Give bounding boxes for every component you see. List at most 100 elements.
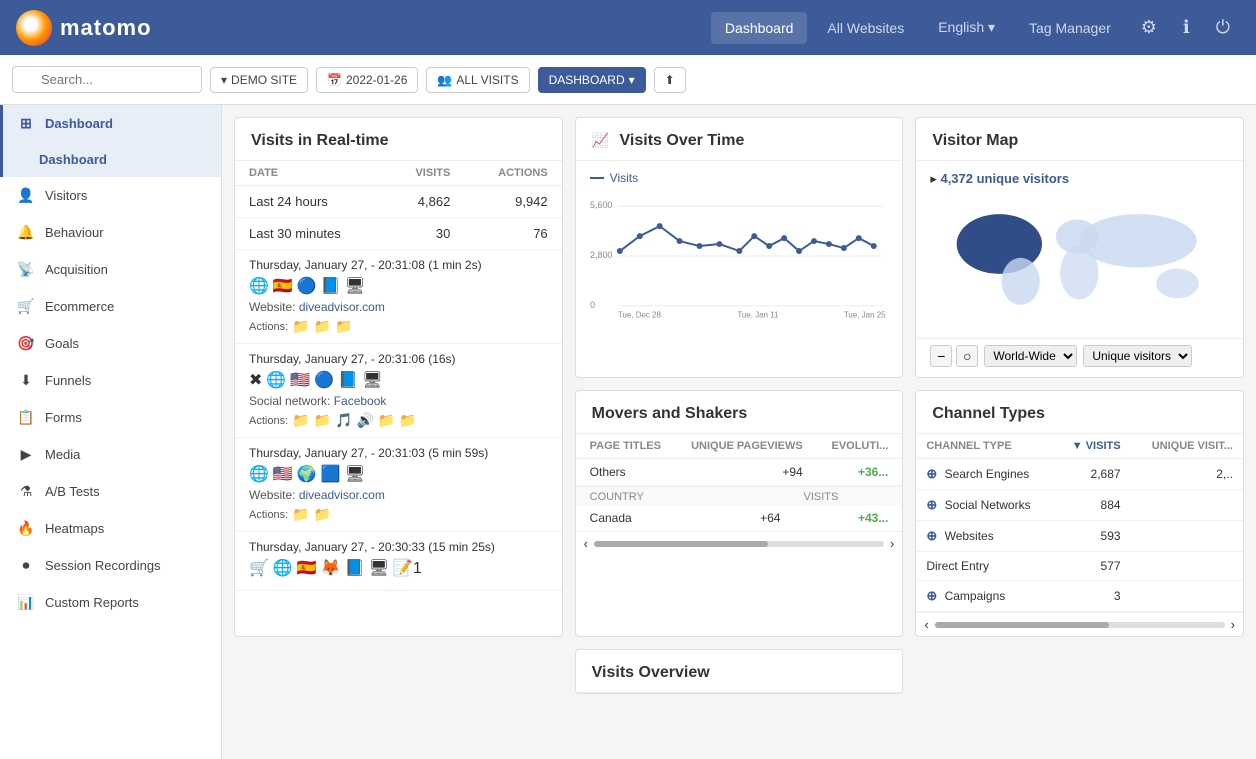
globe-icon: 🌐 [249, 464, 269, 484]
behaviour-icon: 🔔 [17, 224, 35, 241]
visitor-map-content: ▸ 4,372 unique visitors [916, 161, 1243, 338]
sidebar-item-behaviour[interactable]: 🔔 Behaviour [0, 214, 221, 251]
sidebar-item-ecommerce[interactable]: 🛒 Ecommerce [0, 288, 221, 325]
vrt-last24-label: Last 24 hours [235, 186, 385, 218]
ct-scrollbar-track[interactable] [935, 622, 1225, 628]
search-input[interactable] [12, 66, 202, 93]
chart-expand-icon[interactable]: 📈 [592, 132, 609, 148]
dashboard-icon: ⊞ [17, 115, 35, 132]
line-chart-svg: 5,600 2,800 0 [590, 191, 889, 321]
ct-scroll-left[interactable]: ‹ [924, 617, 928, 632]
visit-time-3: Thursday, January 27, - 20:31:03 (5 min … [249, 446, 548, 460]
action-folder-icon: 📁 [378, 412, 395, 429]
movers-shakers-title: Movers and Shakers [576, 391, 903, 434]
sidebar-item-funnels[interactable]: ⬇ Funnels [0, 362, 221, 399]
nav-dashboard[interactable]: Dashboard [711, 12, 808, 44]
visit-entry-2: Thursday, January 27, - 20:31:06 (16s) ✖… [235, 344, 562, 438]
website-link-3[interactable]: diveadvisor.com [299, 488, 385, 502]
sub-toolbar: 🔍 ▾ DEMO SITE 📅 2022-01-26 👥 ALL VISITS … [0, 55, 1256, 105]
website-link-2[interactable]: Facebook [334, 394, 387, 408]
svg-text:2,800: 2,800 [590, 250, 612, 260]
sidebar-funnels-label: Funnels [45, 373, 91, 388]
info-icon[interactable]: ℹ [1173, 11, 1200, 44]
visits-overview-card: Visits Overview [575, 649, 904, 694]
demo-site-button[interactable]: ▾ DEMO SITE [210, 67, 308, 93]
expand-icon[interactable]: ⊕ [926, 466, 937, 481]
logo-area: matomo [16, 10, 703, 46]
ms-page-label: Others [576, 459, 676, 486]
all-visits-button[interactable]: 👥 ALL VISITS [426, 67, 529, 93]
actions-label-2: Actions: [249, 415, 288, 427]
vrt-last30-visits: 30 [385, 218, 464, 250]
action-folder-icon: 📁 [292, 412, 309, 429]
expand-icon[interactable]: ⊕ [926, 528, 937, 543]
nav-all-websites[interactable]: All Websites [813, 12, 918, 44]
nav-links: Dashboard All Websites English ▾ Tag Man… [711, 11, 1240, 44]
sidebar-item-dashboard[interactable]: ⊞ Dashboard [0, 105, 221, 142]
sidebar-item-custom-reports[interactable]: 📊 Custom Reports [0, 584, 221, 621]
zoom-reset-button[interactable]: ○ [956, 345, 978, 367]
search-wrap: 🔍 [12, 66, 202, 93]
sidebar-dashboard-sub-label: Dashboard [39, 152, 107, 167]
sidebar-item-forms[interactable]: 📋 Forms [0, 399, 221, 436]
zoom-out-button[interactable]: − [930, 345, 952, 367]
sidebar-item-goals[interactable]: 🎯 Goals [0, 325, 221, 362]
firefox-icon: 🦊 [321, 558, 341, 578]
visit-icons-4: 🛒 🌐 🇪🇸 🦊 📘 🖥 📝1 [249, 558, 548, 578]
sidebar-item-visitors[interactable]: 👤 Visitors [0, 177, 221, 214]
settings-icon[interactable]: ⚙ [1131, 11, 1167, 44]
visitor-map-controls: − ○ World-Wide Asia Europe Americas Uniq… [916, 338, 1243, 377]
channel-types-card: Channel Types CHANNEL TYPE ▼ VISITS UNIQ… [915, 390, 1244, 637]
date-label: 2022-01-26 [346, 73, 407, 87]
logout-icon[interactable]: ⏻ [1206, 11, 1240, 44]
table-row: Last 30 minutes 30 76 [235, 218, 562, 250]
movers-shakers-table: PAGE TITLES UNIQUE PAGEVIEWS EVOLUTI... … [576, 434, 903, 486]
date-picker-button[interactable]: 📅 2022-01-26 [316, 67, 418, 93]
ct-unique-val-0: 2,.. [1131, 459, 1243, 490]
vrt-date-header: DATE [235, 161, 385, 186]
metric-select[interactable]: Unique visitors Visits Actions [1083, 345, 1192, 367]
expand-icon[interactable]: ⊕ [926, 497, 937, 512]
vrt-last30-actions: 76 [464, 218, 561, 250]
sidebar-item-heatmaps[interactable]: 🔥 Heatmaps [0, 510, 221, 547]
ct-visits-val-0: 2,687 [1054, 459, 1130, 490]
action-folder-icon: 📁 [292, 506, 309, 523]
sidebar-item-acquisition[interactable]: 📡 Acquisition [0, 251, 221, 288]
scroll-right-arrow[interactable]: › [890, 536, 894, 551]
globe-icon: 🌐 [273, 558, 293, 578]
desktop-icon: 🖥 [345, 464, 365, 484]
expand-icon[interactable]: ⊕ [926, 588, 937, 603]
dashboard-button[interactable]: DASHBOARD ▾ [538, 67, 646, 93]
ct-scroll-right[interactable]: › [1231, 617, 1235, 632]
nav-tag-manager[interactable]: Tag Manager [1015, 12, 1125, 44]
website-link-1[interactable]: diveadvisor.com [299, 300, 385, 314]
scrollbar-track[interactable] [594, 541, 884, 547]
scroll-left-arrow[interactable]: ‹ [584, 536, 588, 551]
sidebar-session-recordings-label: Session Recordings [45, 558, 161, 573]
scrollbar-thumb[interactable] [594, 541, 768, 547]
country-section-label: COUNTRY VISITS [576, 486, 903, 505]
region-select[interactable]: World-Wide Asia Europe Americas [984, 345, 1077, 367]
ct-horizontal-scrollbar[interactable]: ‹ › [916, 612, 1243, 636]
horizontal-scrollbar[interactable]: ‹ › [576, 532, 903, 555]
ct-scrollbar-thumb[interactable] [935, 622, 1109, 628]
visit-website-3: Website: diveadvisor.com [249, 488, 548, 502]
visit-time-2: Thursday, January 27, - 20:31:06 (16s) [249, 352, 548, 366]
action-folder-icon: 📁 [399, 412, 416, 429]
ms-page-header: PAGE TITLES [576, 434, 676, 459]
ecommerce-icon: 🛒 [17, 298, 35, 315]
table-row: Others +94 +36... [576, 459, 903, 486]
collapse-button[interactable]: ⬆ [654, 67, 686, 93]
nav-language[interactable]: English ▾ [924, 11, 1009, 44]
action-sound-icon: 🔊 [356, 412, 373, 429]
sidebar-item-dashboard-sub[interactable]: Dashboard [0, 142, 221, 177]
sidebar-item-session-recordings[interactable]: ⏺ Session Recordings [0, 547, 221, 584]
visits-realtime-card: Visits in Real-time DATE VISITS ACTIONS … [234, 117, 563, 637]
sidebar-item-abtests[interactable]: ⚗ A/B Tests [0, 473, 221, 510]
matomo-logo-icon[interactable] [16, 10, 52, 46]
sidebar: ⊞ Dashboard Dashboard 👤 Visitors 🔔 Behav… [0, 105, 222, 759]
svg-text:Tue, Dec 28: Tue, Dec 28 [618, 311, 662, 320]
legend-label: Visits [610, 171, 638, 185]
ms-pageviews-val: +94 [676, 459, 817, 486]
sidebar-item-media[interactable]: ▶ Media [0, 436, 221, 473]
